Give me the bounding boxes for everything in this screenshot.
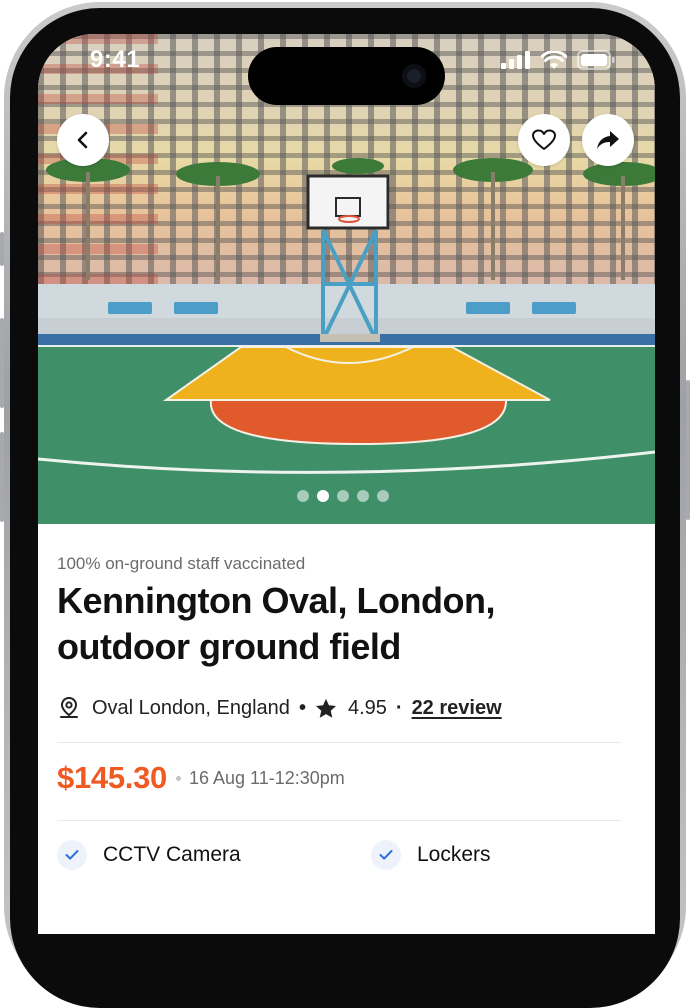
booking-datetime: 16 Aug 11-12:30pm: [188, 767, 345, 788]
dynamic-island: [248, 47, 445, 105]
rating-value: 4.95: [347, 696, 387, 719]
star-icon: [315, 698, 336, 718]
divider: [57, 742, 621, 743]
battery-icon: [577, 50, 615, 70]
status-time: 9:41: [90, 46, 141, 73]
price-separator: [175, 775, 181, 781]
carousel-dot[interactable]: [377, 490, 389, 502]
bench: [532, 302, 576, 314]
location-pin-icon: [60, 696, 78, 718]
carousel-dot[interactable]: [337, 490, 349, 502]
palm-tree: [46, 158, 655, 280]
bench: [174, 302, 218, 314]
chevron-left-icon: [77, 131, 88, 149]
amenity-label: CCTV Camera: [103, 843, 241, 866]
amenity-lockers: Lockers: [371, 840, 491, 870]
back-button[interactable]: [57, 114, 109, 166]
volume-down-button: [0, 432, 4, 522]
carousel-dot[interactable]: [357, 490, 369, 502]
cellular-signal-icon: [501, 51, 530, 69]
amenity-label: Lockers: [417, 843, 491, 866]
favorite-button[interactable]: [518, 114, 570, 166]
meta-separator: •: [298, 696, 306, 719]
status-icons: [501, 50, 615, 70]
price-row: $145.30 16 Aug 11-12:30pm: [57, 760, 345, 796]
hero-photo[interactable]: [38, 34, 655, 524]
carousel-dot-active[interactable]: [317, 490, 329, 502]
divider: [57, 820, 621, 821]
check-badge: [371, 840, 401, 870]
heart-icon: [532, 129, 556, 150]
app-screen: 9:41 100% on-ground staff vaccinated Ken…: [38, 34, 655, 934]
meta-separator: ·: [395, 696, 403, 719]
share-arrow-icon: [597, 131, 619, 149]
check-icon: [65, 850, 79, 860]
listing-title: Kennington Oval, London, outdoor ground …: [57, 580, 495, 667]
wifi-icon: [541, 50, 567, 69]
listing-meta: Oval London, England • 4.95 · 22 review: [57, 696, 502, 720]
amenity-cctv: CCTV Camera: [57, 840, 241, 870]
front-camera: [402, 64, 426, 88]
check-icon: [379, 850, 393, 860]
volume-button: [0, 232, 4, 266]
carousel-dot[interactable]: [297, 490, 309, 502]
share-button[interactable]: [582, 114, 634, 166]
reviews-link[interactable]: 22 review: [412, 697, 502, 720]
bench: [466, 302, 510, 314]
location-label: Oval London, England: [92, 696, 290, 719]
price: $145.30: [57, 760, 167, 795]
check-badge: [57, 840, 87, 870]
bench: [108, 302, 152, 314]
vaccination-notice: 100% on-ground staff vaccinated: [57, 554, 306, 573]
power-button: [686, 380, 690, 520]
volume-up-button: [0, 318, 4, 408]
carousel-indicator[interactable]: [297, 490, 389, 502]
